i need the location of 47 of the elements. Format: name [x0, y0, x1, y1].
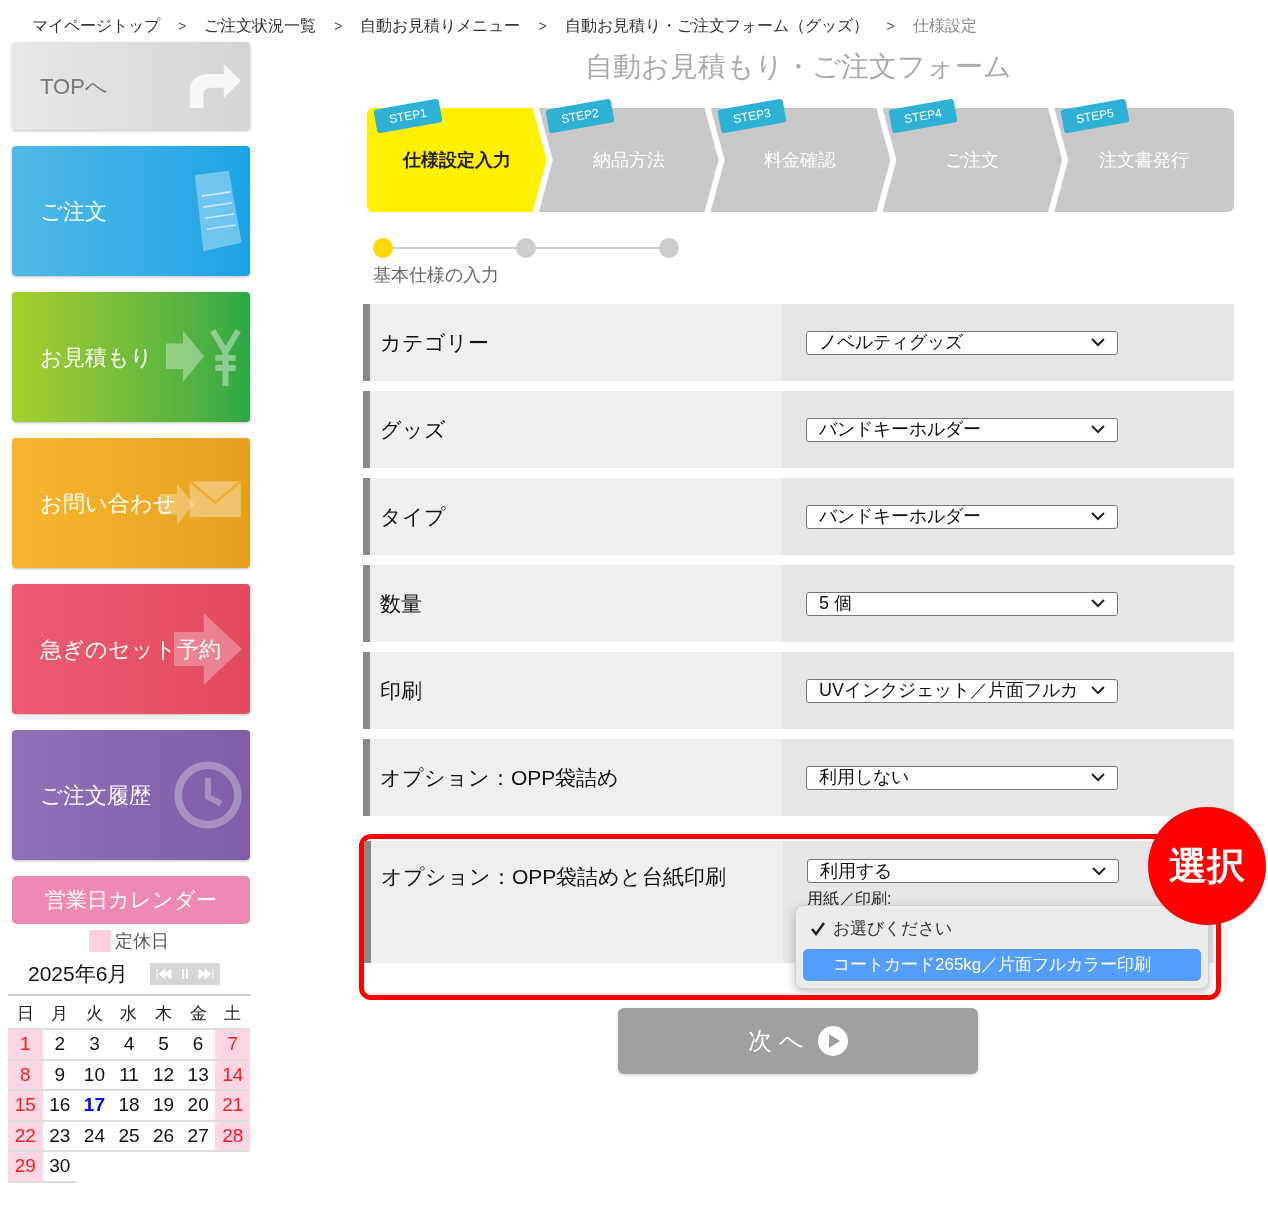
- progress-label: 基本仕様の入力: [373, 264, 500, 287]
- chevron-down-icon: [1091, 338, 1105, 347]
- breadcrumb-separator: >: [886, 16, 895, 36]
- select-field[interactable]: 利用しない: [806, 765, 1118, 790]
- field-label: 印刷: [363, 652, 782, 729]
- month-navigation-icon[interactable]: [150, 963, 221, 985]
- chevron-down-icon: [1091, 425, 1105, 434]
- field-label: カテゴリー: [363, 304, 782, 381]
- select-field[interactable]: 5 個: [806, 591, 1118, 616]
- breadcrumb-separator: >: [334, 16, 343, 36]
- calendar-month: 2025年6月: [28, 961, 129, 988]
- arrow-icon: [174, 613, 242, 685]
- callout-badge: 選択: [1148, 807, 1266, 925]
- breadcrumb-separator: >: [538, 16, 547, 36]
- breadcrumb-link[interactable]: ご注文状況一覧: [204, 14, 317, 38]
- chevron-down-icon: [1091, 686, 1105, 695]
- play-icon: [817, 1026, 848, 1056]
- field-label: 数量: [363, 565, 782, 642]
- arrow-yen-icon: [165, 327, 242, 387]
- breadcrumb-current: 仕様設定: [912, 16, 977, 36]
- field-label: タイプ: [363, 478, 782, 555]
- breadcrumb-separator: >: [178, 16, 187, 36]
- holiday-swatch: [89, 930, 111, 952]
- clock-icon: [174, 761, 242, 829]
- field-label: オプション：OPP袋詰めと台紙印刷: [364, 841, 783, 963]
- order-history-button[interactable]: ご注文履歴: [12, 730, 250, 860]
- legend-label: 定休日: [115, 929, 169, 953]
- checkmark-icon: [811, 922, 825, 936]
- select-field[interactable]: バンドキーホルダー: [806, 504, 1118, 529]
- field-label: グッズ: [363, 391, 782, 468]
- select-field[interactable]: バンドキーホルダー: [806, 417, 1118, 442]
- chevron-down-icon: [1091, 599, 1105, 608]
- chevron-down-icon: [1092, 866, 1106, 876]
- document-icon: [193, 169, 242, 253]
- field-label: オプション：OPP袋詰め: [363, 739, 782, 816]
- breadcrumb-link[interactable]: 自動お見積り・ご注文フォーム（グッズ）: [564, 14, 869, 38]
- breadcrumb-link[interactable]: 自動お見積りメニュー: [360, 14, 521, 38]
- breadcrumb-link[interactable]: マイページトップ: [32, 14, 160, 38]
- chevron-down-icon: [1091, 773, 1105, 782]
- rush-reservation-button[interactable]: 急ぎのセット予約: [12, 584, 250, 714]
- select-field[interactable]: UVインクジェット／片面フルカ: [806, 678, 1118, 703]
- form-title: 自動お見積もり・ご注文フォーム: [584, 50, 1013, 84]
- select-field[interactable]: 利用する: [807, 859, 1119, 883]
- select-field[interactable]: ノベルティグッズ: [806, 330, 1118, 355]
- return-arrow-icon: [189, 63, 242, 109]
- chevron-down-icon: [1091, 512, 1105, 521]
- calendar-header: 営業日カレンダー: [12, 876, 250, 924]
